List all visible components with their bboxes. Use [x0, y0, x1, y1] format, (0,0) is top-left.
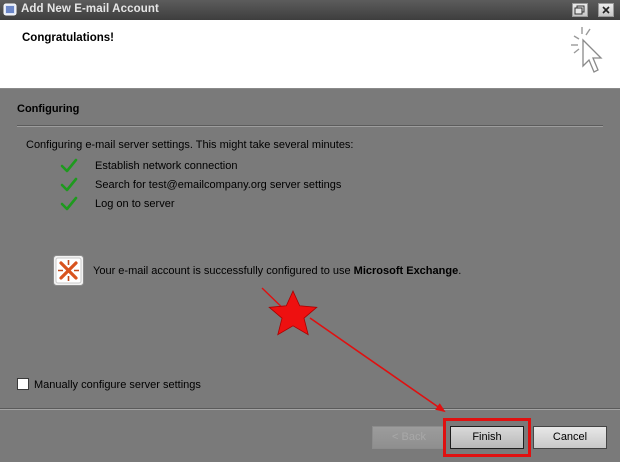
- section-divider: [17, 125, 603, 127]
- restore-button[interactable]: [572, 3, 588, 17]
- finish-highlight-box: [443, 418, 531, 457]
- back-button[interactable]: < Back: [372, 426, 446, 449]
- manual-config-label[interactable]: Manually configure server settings: [34, 379, 201, 391]
- arrow-icon: [261, 287, 294, 319]
- manual-config-checkbox[interactable]: [17, 378, 29, 390]
- success-message: Your e-mail account is successfully conf…: [93, 265, 461, 277]
- header-title: Congratulations!: [22, 32, 114, 44]
- wizard-cursor-icon: [571, 27, 603, 73]
- check-icon: [60, 177, 78, 192]
- app-icon: [3, 3, 17, 16]
- section-title: Configuring: [17, 103, 80, 115]
- exchange-icon: [53, 255, 84, 286]
- wizard-header: Congratulations!: [0, 20, 620, 89]
- server-type: Microsoft Exchange: [353, 265, 459, 277]
- step-label: Establish network connection: [95, 160, 238, 172]
- configuring-message: Configuring e-mail server settings. This…: [26, 139, 354, 151]
- check-icon: [60, 196, 78, 211]
- cancel-button[interactable]: Cancel: [533, 426, 607, 449]
- footer-divider: [0, 408, 620, 410]
- check-icon: [60, 158, 78, 173]
- star-icon: [268, 290, 318, 336]
- restore-icon: [574, 5, 585, 15]
- success-text-suffix: .: [458, 265, 462, 277]
- step-label: Log on to server: [95, 198, 175, 210]
- dialog-window: Add New E-mail Account Congratulations! …: [0, 0, 620, 462]
- close-icon: [602, 6, 610, 14]
- step-label: Search for test@emailcompany.org server …: [95, 179, 342, 191]
- success-text-prefix: Your e-mail account is successfully conf…: [93, 265, 354, 277]
- close-button[interactable]: [598, 3, 614, 17]
- window-title: Add New E-mail Account: [21, 3, 159, 15]
- title-bar[interactable]: Add New E-mail Account: [0, 0, 620, 21]
- arrow-icon: [309, 317, 446, 413]
